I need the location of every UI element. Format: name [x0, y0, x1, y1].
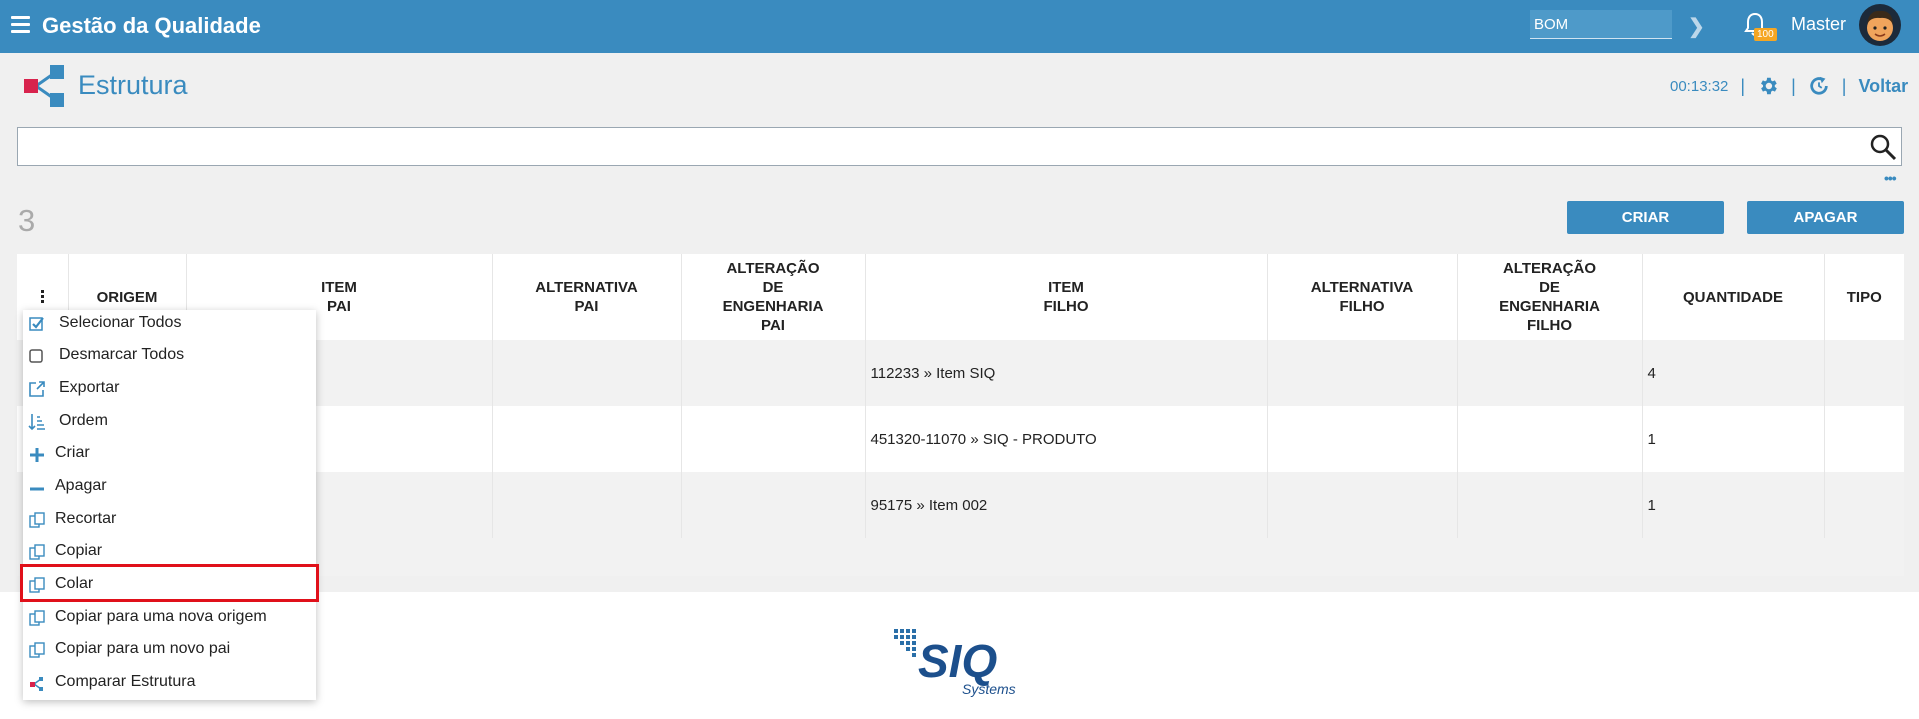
- plus-icon: [30, 448, 44, 462]
- copy-icon: [29, 642, 45, 658]
- page-title: Estrutura: [78, 70, 188, 100]
- column-header-tipo[interactable]: TIPO: [1824, 254, 1904, 340]
- logo-subtext: Systems: [962, 681, 1016, 697]
- divider: |: [1841, 75, 1847, 96]
- column-header-quantidade[interactable]: QUANTIDADE: [1642, 254, 1825, 340]
- app-title: Gestão da Qualidade: [42, 13, 261, 38]
- column-header-alteracao-eng-pai[interactable]: ALTERAÇÃO DE ENGENHARIA PAI: [681, 254, 866, 340]
- cell-item-filho: 112233 » Item SIQ: [865, 340, 1268, 406]
- menu-item-select-all[interactable]: Selecionar Todos: [23, 310, 316, 340]
- search-icon[interactable]: [1869, 133, 1897, 161]
- avatar[interactable]: [1859, 4, 1901, 46]
- context-menu: Selecionar Todos Desmarcar Todos Exporta…: [20, 310, 319, 700]
- back-link[interactable]: Voltar: [1858, 76, 1908, 97]
- chevron-right-icon[interactable]: ❯: [1688, 14, 1705, 39]
- menu-item-compare-structure[interactable]: Comparar Estrutura: [23, 669, 316, 699]
- checkbox-empty-icon: [29, 349, 43, 363]
- export-icon: [29, 381, 45, 397]
- kebab-menu-icon[interactable]: [40, 289, 44, 303]
- menu-item-cut[interactable]: Recortar: [23, 506, 316, 536]
- menu-item-delete[interactable]: Apagar: [23, 473, 316, 503]
- logo-text: SIQ: [918, 635, 997, 687]
- menu-item-deselect-all[interactable]: Desmarcar Todos: [23, 342, 316, 372]
- sort-order-icon: [28, 414, 45, 431]
- menu-item-create[interactable]: Criar: [23, 440, 316, 470]
- menu-icon[interactable]: [11, 16, 30, 33]
- search-input[interactable]: [17, 127, 1902, 166]
- cell-quantidade: 1: [1642, 472, 1825, 538]
- cell-quantidade: 4: [1642, 340, 1825, 406]
- checkbox-checked-icon: [29, 317, 44, 331]
- cut-icon: [29, 512, 45, 528]
- copy-icon: [29, 544, 45, 560]
- gear-icon[interactable]: [1757, 75, 1779, 97]
- cell-item-filho: 95175 » Item 002: [865, 472, 1268, 538]
- user-name[interactable]: Master: [1791, 14, 1846, 35]
- minus-icon: [30, 487, 44, 491]
- column-header-alternativa-pai[interactable]: ALTERNATIVA PAI: [492, 254, 682, 340]
- module-input[interactable]: [1530, 10, 1672, 39]
- column-header-alternativa-filho[interactable]: ALTERNATIVA FILHO: [1267, 254, 1458, 340]
- more-options-icon[interactable]: •••: [1884, 170, 1897, 186]
- delete-button[interactable]: APAGAR: [1747, 201, 1904, 234]
- notification-badge: 100: [1754, 28, 1777, 41]
- highlight-box: [20, 564, 319, 602]
- create-button[interactable]: CRIAR: [1567, 201, 1724, 234]
- menu-item-order[interactable]: Ordem: [23, 408, 316, 438]
- column-header-item-filho[interactable]: ITEM FILHO: [865, 254, 1268, 340]
- menu-item-export[interactable]: Exportar: [23, 375, 316, 405]
- record-count: 3: [18, 203, 36, 238]
- divider: |: [1791, 75, 1796, 96]
- divider: |: [1740, 75, 1746, 96]
- page-toolbar: 00:13:32 | | | Voltar: [1670, 74, 1908, 98]
- session-timer: 00:13:32: [1670, 77, 1729, 95]
- siq-systems-logo: SIQ Systems: [894, 629, 1016, 697]
- structure-icon: [30, 677, 43, 691]
- copy-icon: [29, 610, 45, 626]
- refresh-icon[interactable]: [1808, 75, 1830, 97]
- top-bar: Gestão da Qualidade ❯ 100 Master: [0, 0, 1919, 53]
- structure-icon: [24, 65, 64, 107]
- menu-item-copy-new-origin[interactable]: Copiar para uma nova origem: [23, 604, 316, 634]
- cell-quantidade: 1: [1642, 406, 1825, 472]
- cell-item-filho: 451320-11070 » SIQ - PRODUTO: [865, 406, 1268, 472]
- column-header-alteracao-eng-filho[interactable]: ALTERAÇÃO DE ENGENHARIA FILHO: [1457, 254, 1643, 340]
- menu-item-copy-new-parent[interactable]: Copiar para um novo pai: [23, 636, 316, 666]
